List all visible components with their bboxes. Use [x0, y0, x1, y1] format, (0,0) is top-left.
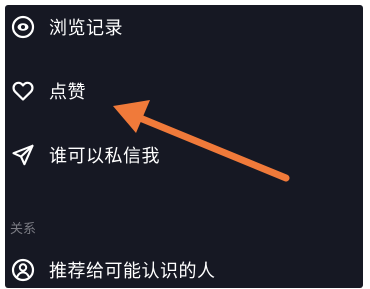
menu-item-recommend-to-acquaintances[interactable]: 推荐给可能认识的人: [5, 248, 363, 288]
heart-icon: [10, 78, 36, 104]
settings-panel: 浏览记录 点赞 谁可以私信我 关系 推荐给可能认识的人: [5, 5, 363, 288]
menu-item-browse-history[interactable]: 浏览记录: [5, 5, 363, 49]
menu-item-label: 谁可以私信我: [49, 146, 160, 167]
menu-item-who-can-message[interactable]: 谁可以私信我: [5, 133, 363, 177]
menu-item-label: 推荐给可能认识的人: [49, 261, 216, 282]
section-header-relations: 关系: [10, 222, 37, 237]
person-circle-icon: [10, 257, 36, 283]
menu-item-label: 浏览记录: [49, 18, 123, 39]
menu-item-label: 点赞: [49, 82, 86, 103]
menu-item-likes[interactable]: 点赞: [5, 69, 363, 113]
eye-icon: [10, 14, 36, 40]
paper-plane-icon: [10, 142, 36, 168]
